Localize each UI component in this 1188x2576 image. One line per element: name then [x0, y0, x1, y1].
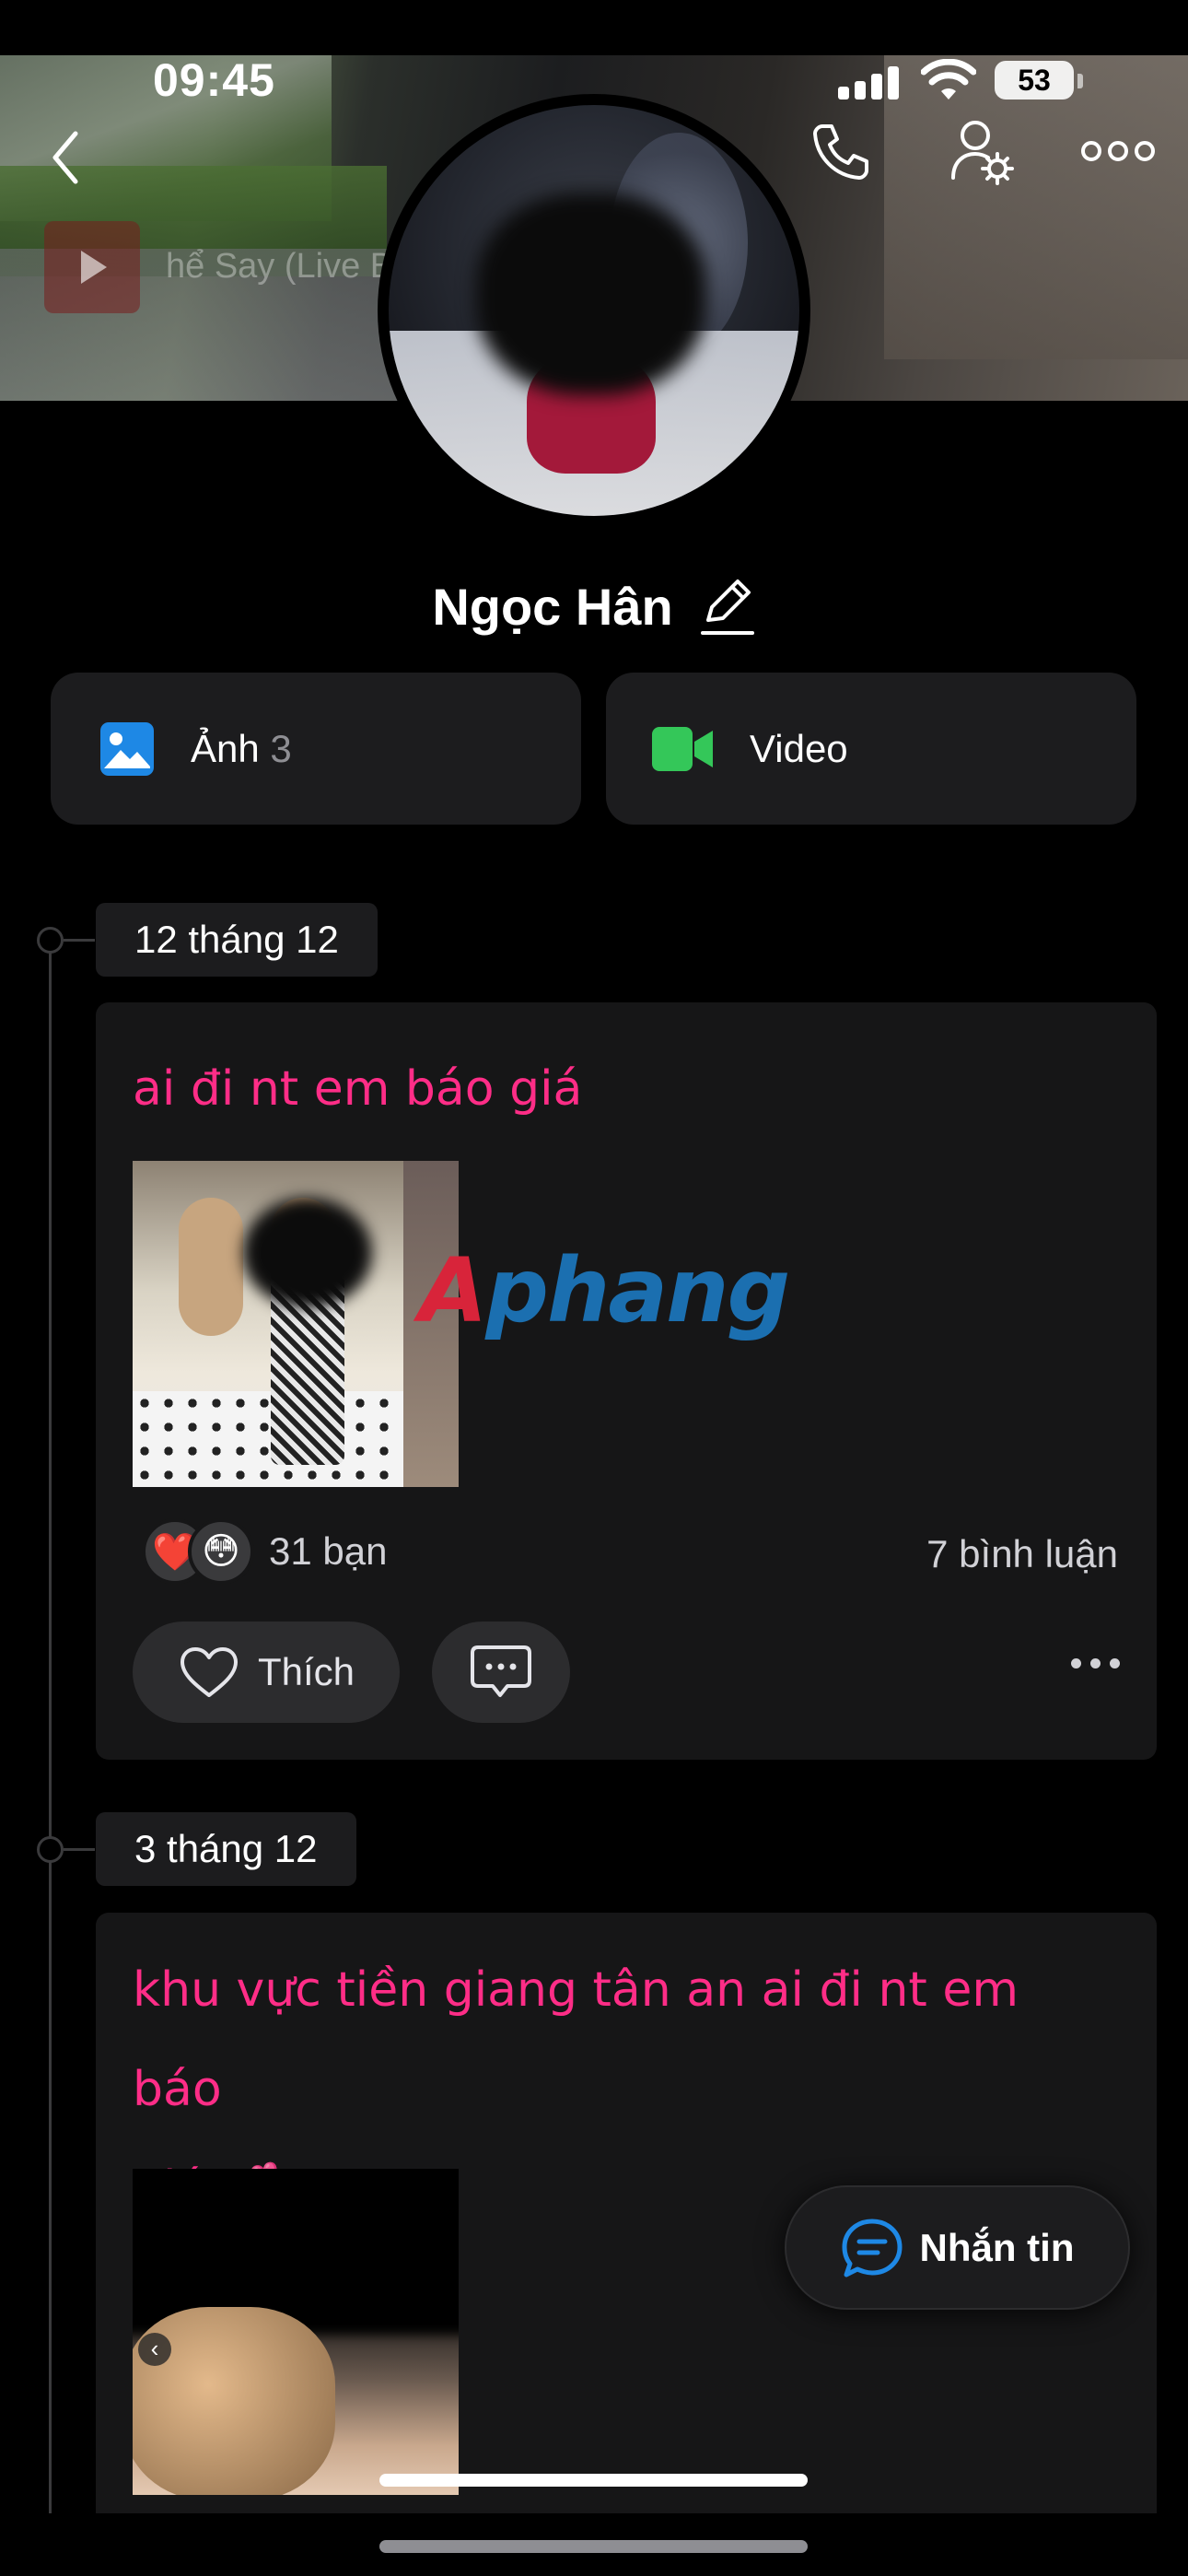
reactions-summary[interactable]: ❤️ 😳 31 bạn: [142, 1518, 387, 1585]
carousel-prev-icon[interactable]: ‹: [138, 2333, 171, 2366]
post-more-icon[interactable]: [1071, 1658, 1120, 1669]
music-play-icon: [44, 221, 140, 313]
send-message-button[interactable]: Nhắn tin: [785, 2185, 1130, 2310]
status-time: 09:45: [153, 54, 275, 106]
phone-icon[interactable]: [807, 118, 873, 184]
wifi-icon: [921, 59, 976, 100]
profile-name: Ngọc Hân: [432, 577, 673, 636]
user-settings-icon[interactable]: [949, 116, 1015, 188]
post-photo[interactable]: ‹: [133, 2169, 459, 2495]
timeline-dot: [37, 927, 95, 954]
timeline-line: [49, 940, 52, 2576]
photo-icon: [100, 721, 154, 776]
reaction-count: 31 bạn: [269, 1529, 388, 1573]
cellular-signal-icon: [838, 66, 904, 100]
battery-nub: [1077, 74, 1083, 88]
post-text: ai đi nt em báo giá: [133, 1061, 583, 1117]
post-text-line1: khu vực tiền giang tân an ai đi nt em bá…: [133, 1962, 1019, 2117]
video-camera-icon: [652, 726, 713, 771]
date-chip: 3 tháng 12: [96, 1812, 356, 1886]
video-album-button[interactable]: Video: [606, 673, 1136, 825]
photos-album-button[interactable]: Ảnh 3: [51, 673, 581, 825]
comment-bubble-icon: [471, 1645, 531, 1697]
post-photo[interactable]: [133, 1161, 459, 1487]
more-options-icon[interactable]: [1079, 135, 1157, 168]
chat-icon: [842, 2219, 902, 2277]
date-chip: 12 tháng 12: [96, 903, 378, 977]
heart-outline-icon: [181, 1647, 238, 1697]
edit-pencil-icon[interactable]: [699, 576, 756, 637]
send-message-label: Nhắn tin: [919, 2225, 1075, 2269]
like-label: Thích: [258, 1650, 355, 1693]
comment-button[interactable]: [432, 1622, 570, 1723]
video-label: Video: [750, 726, 848, 770]
avatar[interactable]: [378, 94, 810, 527]
profile-name-row: Ngọc Hân: [0, 576, 1188, 637]
comments-count-link[interactable]: 7 bình luận: [926, 1532, 1118, 1576]
home-indicator[interactable]: [379, 2474, 808, 2487]
photos-count: 3: [270, 726, 292, 770]
back-icon[interactable]: [44, 127, 87, 188]
like-button[interactable]: Thích: [133, 1622, 400, 1723]
home-indicator-secondary[interactable]: [379, 2540, 808, 2553]
post-card[interactable]: ai đi nt em báo giá ❤️ 😳 31 bạn 7 bình l…: [96, 1002, 1157, 1760]
watermark-logo: Aphang: [419, 1239, 790, 1342]
photos-label: Ảnh: [191, 726, 260, 770]
timeline-dot: [37, 1836, 95, 1863]
battery-icon: 53: [995, 61, 1074, 100]
flushed-face-reaction-icon: 😳: [188, 1518, 254, 1585]
